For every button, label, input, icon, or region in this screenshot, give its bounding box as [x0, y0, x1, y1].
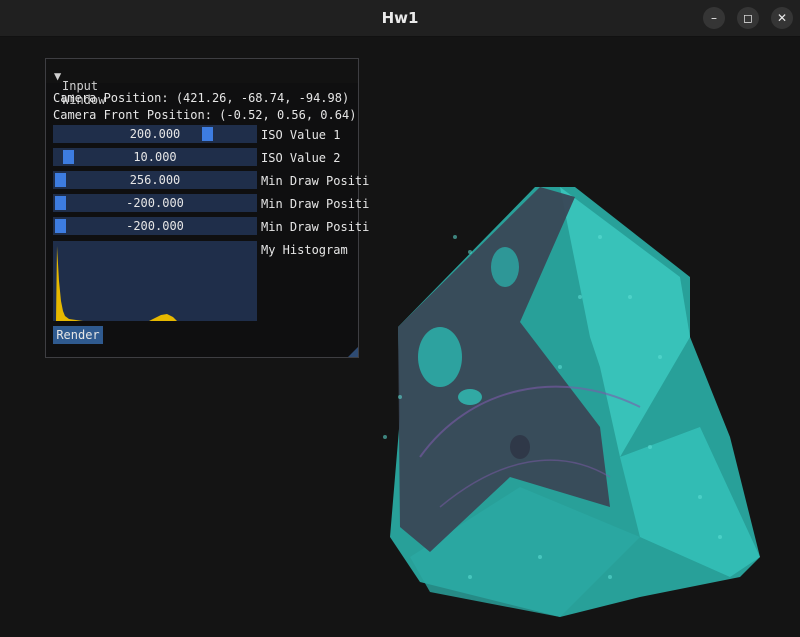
close-icon[interactable]: ✕	[771, 7, 793, 29]
slider-label: ISO Value 1	[261, 128, 341, 142]
slider-value: -200.000	[126, 219, 184, 233]
iso-value-1-slider[interactable]: 200.000	[53, 125, 257, 143]
histogram-plot[interactable]	[53, 241, 257, 321]
slider-label: Min Draw Positi	[261, 197, 370, 211]
min-draw-position-y-slider[interactable]: -200.000	[53, 194, 257, 212]
min-draw-position-x-slider[interactable]: 256.000	[53, 171, 257, 189]
input-window-panel[interactable]: ▼ Input Window Camera Position: (421.26,…	[45, 58, 369, 358]
slider-label: Min Draw Positi	[261, 220, 370, 234]
panel-title-row[interactable]: ▼ Input Window	[54, 69, 105, 107]
render-button[interactable]: Render	[53, 326, 103, 344]
slider-value: -200.000	[126, 196, 184, 210]
min-draw-position-z-slider[interactable]: -200.000	[53, 217, 257, 235]
slider-label: ISO Value 2	[261, 151, 341, 165]
maximize-icon[interactable]: ◻	[737, 7, 759, 29]
iso-value-2-slider[interactable]: 10.000	[53, 148, 257, 166]
slider-value: 10.000	[133, 150, 177, 164]
histogram-fill	[149, 314, 177, 321]
histogram-graphic	[56, 246, 177, 321]
title-bar: Hw1 – ◻ ✕	[0, 0, 800, 37]
resize-grip-icon[interactable]	[348, 347, 358, 357]
minimize-icon[interactable]: –	[703, 7, 725, 29]
camera-position-text: Camera Position: (421.26, -68.74, -94.98…	[53, 91, 350, 105]
histogram-label: My Histogram	[261, 243, 348, 257]
histogram-fill	[56, 246, 83, 321]
slider-label: Min Draw Positi	[261, 174, 370, 188]
slider-value: 256.000	[129, 173, 181, 187]
window-title: Hw1	[381, 9, 419, 27]
panel-header[interactable]: ▼ Input Window	[46, 59, 358, 107]
slider-value: 200.000	[129, 127, 181, 141]
camera-front-text: Camera Front Position: (-0.52, 0.56, 0.6…	[53, 108, 357, 122]
render-viewport[interactable]: ▼ Input Window Camera Position: (421.26,…	[0, 37, 800, 637]
